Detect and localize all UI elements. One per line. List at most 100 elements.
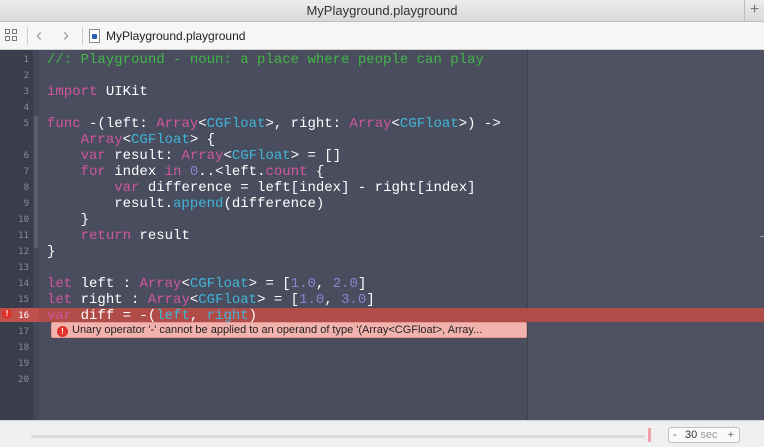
jump-bar: ‹ › MyPlayground.playground <box>0 22 764 50</box>
increase-duration-button[interactable]: + <box>728 428 734 442</box>
code-token: > = [ <box>257 292 300 308</box>
code-line[interactable]: func -(left: Array<CGFloat>, right: Arra… <box>47 116 501 132</box>
source-editor[interactable]: ! 1 //: Playground - noun: a place where … <box>0 50 764 420</box>
code-token: >, right: <box>265 116 350 132</box>
code-token: } <box>47 244 56 260</box>
code-token: let <box>47 276 73 292</box>
code-token: 1.0 <box>290 276 316 292</box>
code-token: result <box>131 228 190 244</box>
breadcrumb-file-name[interactable]: MyPlayground.playground <box>106 29 245 43</box>
line-number: 12 <box>18 247 29 257</box>
code-token: Array <box>80 132 123 148</box>
code-token: Array <box>139 276 182 292</box>
line-number: 11 <box>18 231 29 241</box>
code-token: CGFloat <box>131 132 190 148</box>
error-icon: ! <box>57 326 68 337</box>
code-token: < <box>181 276 190 292</box>
code-token: >) -> <box>458 116 501 132</box>
code-token: < <box>223 148 232 164</box>
divider <box>27 27 28 45</box>
results-sidebar <box>527 50 764 420</box>
code-token: -(left: <box>80 116 157 132</box>
code-token: for <box>80 164 106 180</box>
line-number: 6 <box>23 151 29 161</box>
line-number: 13 <box>18 263 29 273</box>
code-token: 2.0 <box>332 276 358 292</box>
timeline-track[interactable] <box>31 435 645 438</box>
code-token: result. <box>47 196 174 212</box>
window-title: MyPlayground.playground <box>306 3 458 18</box>
code-line[interactable]: Array<CGFloat> { <box>47 132 215 148</box>
code-token: CGFloat <box>231 148 291 164</box>
line-number: 20 <box>18 375 29 385</box>
code-token: //: Playground - noun: a place where peo… <box>47 52 484 68</box>
code-line[interactable]: //: Playground - noun: a place where peo… <box>47 52 484 68</box>
line-number: 16 <box>18 311 29 321</box>
code-token: < <box>391 116 400 132</box>
line-number: 9 <box>23 199 29 209</box>
line-number: 8 <box>23 183 29 193</box>
duration-value: 30 <box>685 429 698 441</box>
code-token: var <box>114 180 140 196</box>
code-line[interactable]: for index in 0..<left.count { <box>47 164 325 180</box>
code-token: left : <box>72 276 140 292</box>
code-token: > = [ <box>248 276 291 292</box>
back-chevron-icon[interactable]: ‹ <box>36 25 42 45</box>
code-line[interactable]: var difference = left[index] - right[ind… <box>47 180 476 196</box>
timeline-duration-stepper[interactable]: - 30 sec + <box>668 427 740 443</box>
code-token: return <box>80 228 132 244</box>
code-token: CGFloat <box>399 116 459 132</box>
code-token: difference = left[index] - right[index] <box>139 180 476 196</box>
code-line[interactable]: let left : Array<CGFloat> = [1.0, 2.0] <box>47 276 366 292</box>
code-token: { <box>307 164 325 180</box>
timeline-marker[interactable] <box>648 428 651 442</box>
code-token: import <box>47 84 98 100</box>
code-token: var <box>80 148 106 164</box>
error-message: Unary operator '-' cannot be applied to … <box>72 324 483 336</box>
code-token: ..<left. <box>198 164 266 180</box>
related-items-grid-icon[interactable] <box>5 29 18 42</box>
code-token: (difference) <box>223 196 325 212</box>
code-token: > { <box>189 132 216 148</box>
code-line[interactable]: import UIKit <box>47 84 148 100</box>
code-token: UIKit <box>97 84 148 100</box>
fold-indicator[interactable] <box>34 116 38 248</box>
code-token: < <box>122 132 132 148</box>
forward-chevron-icon[interactable]: › <box>63 25 69 45</box>
timeline-bar: - 30 sec + <box>0 420 764 447</box>
code-token: ] <box>366 292 375 308</box>
line-number: 4 <box>23 103 29 113</box>
code-token: count <box>265 164 308 180</box>
line-number: 19 <box>18 359 29 369</box>
code-line[interactable]: let right : Array<CGFloat> = [1.0, 3.0] <box>47 292 375 308</box>
code-line[interactable]: } <box>47 244 55 260</box>
code-token: Array <box>156 116 199 132</box>
code-line[interactable]: result.append(difference) <box>47 196 324 212</box>
code-token: 3.0 <box>341 292 367 308</box>
divider <box>82 27 83 45</box>
decrease-duration-button[interactable]: - <box>673 428 677 442</box>
code-token: < <box>198 116 207 132</box>
line-number: 10 <box>18 215 29 225</box>
code-token: , <box>324 292 342 308</box>
line-number: 15 <box>18 295 29 305</box>
code-token: } <box>47 212 90 228</box>
code-line[interactable]: return result <box>47 228 190 244</box>
code-line[interactable]: } <box>47 212 89 228</box>
code-line[interactable]: var result: Array<CGFloat> = [] <box>47 148 342 164</box>
code-token: < <box>189 292 199 308</box>
error-message-bubble[interactable]: ! Unary operator '-' cannot be applied to… <box>51 322 527 338</box>
code-token: CGFloat <box>189 276 249 292</box>
code-token: right : <box>72 292 148 308</box>
code-token: index <box>105 164 165 180</box>
line-number: 14 <box>18 279 29 289</box>
code-token: result: <box>105 148 182 164</box>
new-tab-plus-icon[interactable]: + <box>744 0 764 22</box>
line-number: 1 <box>23 55 29 65</box>
duration-unit: sec <box>700 429 718 441</box>
code-token: let <box>47 292 73 308</box>
